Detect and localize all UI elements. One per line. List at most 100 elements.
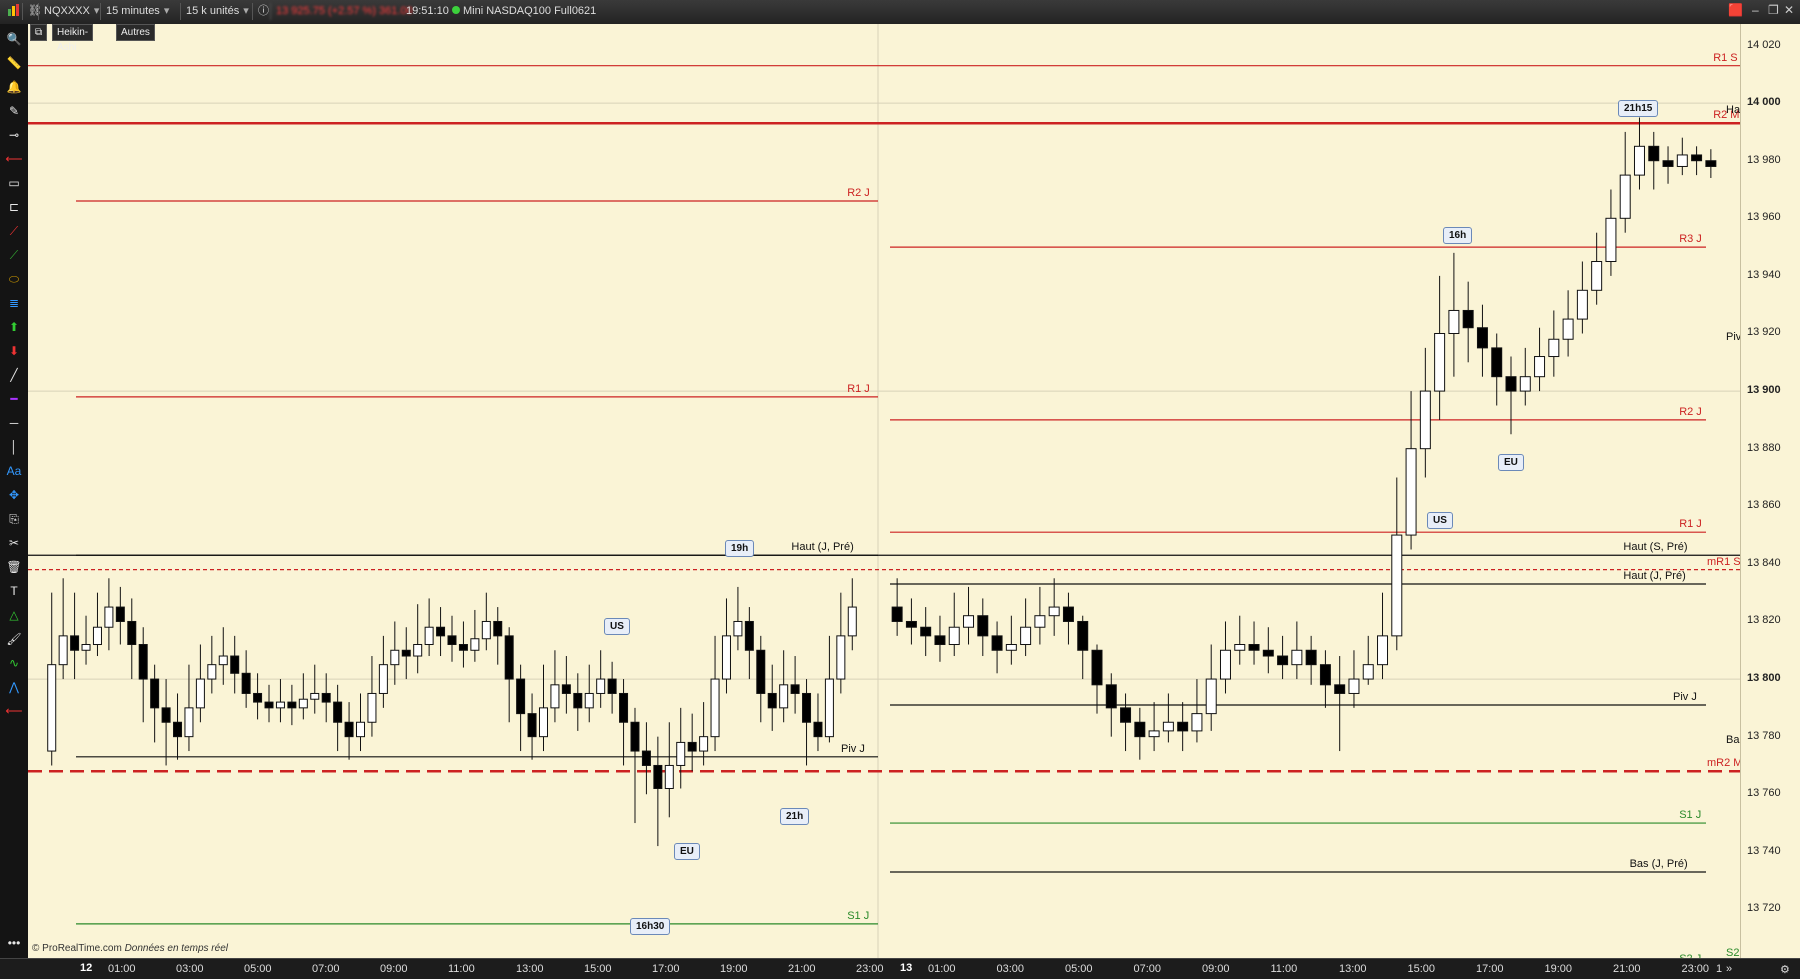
hline-purple-icon[interactable]: ━	[4, 390, 24, 408]
symbol-select[interactable]: NQXXXX	[38, 3, 104, 20]
vline-icon[interactable]: │	[4, 438, 24, 456]
scroll-right-icon[interactable]: »	[1726, 963, 1732, 975]
price-chart[interactable]	[28, 24, 1740, 958]
candle-body	[127, 620, 137, 646]
pattern-icon[interactable]: ⋀	[4, 678, 24, 696]
candle-body	[1191, 713, 1203, 732]
instrument-name: Mini NASDAQ100 Full0621	[463, 5, 597, 17]
rectangle-icon[interactable]: ▭	[4, 174, 24, 192]
candle-body	[790, 684, 800, 694]
session-badge[interactable]: EU	[674, 842, 700, 860]
time-axis[interactable]: 12 13 1 » ⚙ 01:00 03:00 05:00 07:00 09:00 11:…	[0, 958, 1800, 979]
units-label: 15 k unités	[186, 5, 240, 17]
trend-green-icon[interactable]: ⟋	[4, 246, 24, 264]
candle-body	[58, 635, 68, 666]
ruler-icon[interactable]: 📏	[4, 54, 24, 72]
candle-body	[1562, 318, 1574, 340]
window-icon[interactable]: ⧉	[30, 24, 48, 41]
time-tick: 05:00	[1065, 963, 1093, 975]
brush-icon[interactable]: 🖌	[4, 630, 24, 648]
session-badge[interactable]: 16h30	[630, 917, 671, 935]
fibonacci-icon[interactable]: ≣	[4, 294, 24, 312]
candle-body	[310, 692, 320, 700]
buy-arrow-icon[interactable]: ⬆	[4, 318, 24, 336]
sell-arrow-icon[interactable]: ⬇	[4, 342, 24, 360]
text-icon[interactable]: T	[4, 582, 24, 600]
trend-red-icon[interactable]: ⟋	[4, 222, 24, 240]
timeframe-select[interactable]: 15 minutes	[100, 3, 174, 20]
arrow-red-icon[interactable]: ⟵	[4, 150, 24, 168]
session-badge[interactable]: 21h	[780, 808, 810, 826]
units-select[interactable]: 15 k unités	[180, 3, 254, 20]
candle-body	[195, 678, 205, 709]
more-icon[interactable]: •••	[4, 934, 24, 952]
level-label-right: mR2 M	[1707, 757, 1740, 770]
text-indicator-icon[interactable]: Aa	[4, 462, 24, 480]
close-icon[interactable]: ✕	[1784, 3, 1794, 17]
move-icon[interactable]: ✥	[4, 486, 24, 504]
candle-body	[81, 644, 91, 651]
settings-icon[interactable]: ⚙	[1780, 963, 1790, 976]
candle-body	[1605, 217, 1617, 263]
pen-icon[interactable]: ✎	[4, 102, 24, 120]
candle-body	[1234, 644, 1246, 651]
chart-area[interactable]: ⧉ Heikin-Ashi Autres R2 J R1 J Haut (J, Pr…	[28, 24, 1740, 958]
hline-icon[interactable]: ─	[4, 414, 24, 432]
price-tick: 14 000	[1747, 96, 1781, 109]
wave-icon[interactable]: ∿	[4, 654, 24, 672]
session-badge[interactable]: 21h15	[1618, 99, 1659, 117]
session-badge[interactable]: US	[604, 618, 630, 636]
candle-body	[813, 721, 823, 738]
heikin-ashi-chip[interactable]: Heikin-Ashi	[52, 24, 94, 53]
level-label-right: Haut (J, Pré)	[1623, 570, 1686, 583]
candle-body	[481, 620, 491, 640]
clock-readout: 19:51:10	[406, 5, 449, 17]
candle-body	[584, 692, 594, 709]
alert-icon[interactable]: 🟥	[1728, 3, 1743, 17]
zoom-icon[interactable]: 🔍	[4, 30, 24, 48]
segment-icon[interactable]: ⊸	[4, 126, 24, 144]
minimize-icon[interactable]: –	[1752, 3, 1759, 17]
ellipse-icon[interactable]: ⬭	[4, 270, 24, 288]
session-badge[interactable]: US	[1427, 511, 1453, 529]
arrow-left-icon[interactable]: ⟵	[4, 702, 24, 720]
channel-icon[interactable]: ⊏	[4, 198, 24, 216]
candle-body	[1434, 332, 1446, 392]
candle-body	[653, 764, 663, 789]
copyright-note: Données en temps réel	[124, 943, 228, 954]
session-badge[interactable]: 19h	[725, 540, 755, 558]
candle-body	[779, 684, 789, 709]
candle-body	[1020, 626, 1032, 646]
candle-body	[356, 721, 366, 738]
time-tick: 11:00	[448, 963, 475, 975]
trash-icon[interactable]: 🗑	[4, 558, 24, 576]
level-label-right: Bas	[1726, 734, 1740, 747]
candle-body	[1448, 309, 1460, 334]
candle-body	[641, 750, 651, 766]
price-tick: 13 900	[1747, 384, 1781, 397]
candle-body	[378, 664, 388, 694]
candle-body	[977, 615, 989, 637]
line-icon[interactable]: ╱	[4, 366, 24, 384]
candle-body	[1476, 327, 1488, 349]
autres-chip[interactable]: Autres	[116, 24, 155, 41]
time-tick: 09:00	[380, 963, 408, 975]
session-badge[interactable]: EU	[1498, 454, 1524, 472]
level-label-right: R1 J	[1679, 518, 1702, 531]
symbol-label: NQXXXX	[44, 5, 90, 17]
restore-icon[interactable]: ❐	[1768, 3, 1779, 17]
session-badge[interactable]: 16h	[1443, 226, 1473, 244]
copy-icon[interactable]: ⎘	[4, 510, 24, 528]
triangle-icon[interactable]: △	[4, 606, 24, 624]
time-tick: 21:00	[1613, 963, 1641, 975]
price-tick: 13 860	[1747, 499, 1781, 512]
candle-body	[1505, 376, 1517, 392]
price-axis[interactable]: 14 020 14 000 13 980 13 960 13 940 13 920 13 9…	[1740, 24, 1800, 958]
bell-icon[interactable]: 🔔	[4, 78, 24, 96]
candle-body	[70, 635, 80, 651]
tools-icon[interactable]: ✂	[4, 534, 24, 552]
day-label-13: 13	[900, 962, 913, 974]
candle-body	[173, 721, 183, 738]
level-label-right: Piv J	[1673, 690, 1697, 703]
candle-body	[104, 606, 114, 628]
